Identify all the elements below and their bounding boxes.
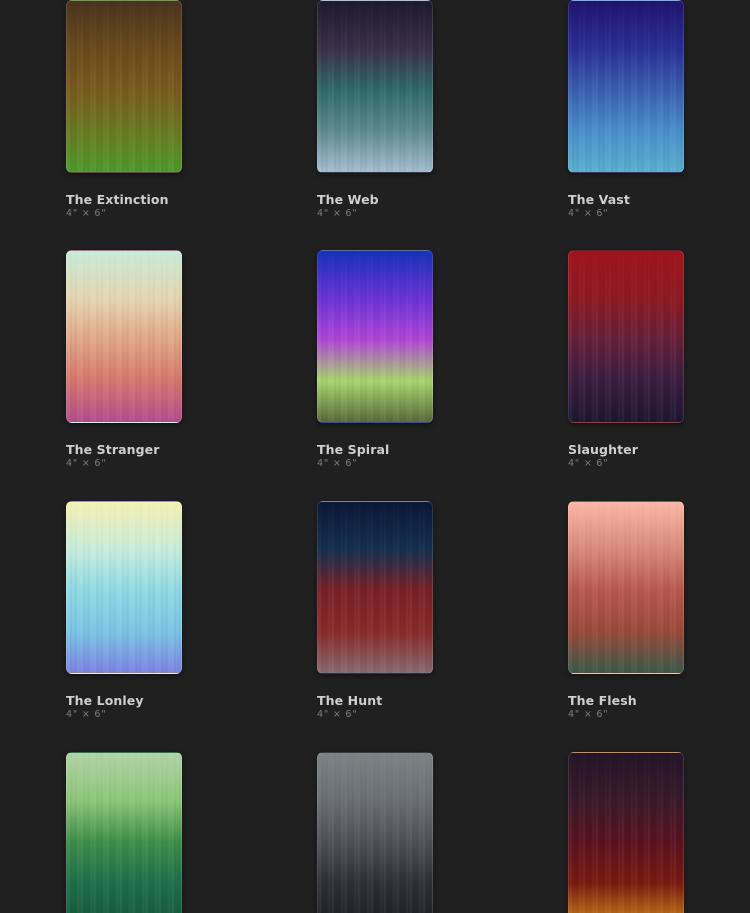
template-gallery: The Extinction 4" × 6" The Web 4" × 6" T… bbox=[0, 0, 750, 913]
template-size: 4" × 6" bbox=[568, 709, 609, 720]
template-title: The Flesh bbox=[568, 693, 637, 708]
template-thumbnail[interactable] bbox=[66, 250, 182, 423]
template-thumbnail[interactable] bbox=[66, 0, 182, 173]
template-card-the-hunt[interactable]: The Hunt 4" × 6" bbox=[317, 501, 433, 720]
template-card-green[interactable] bbox=[66, 752, 182, 913]
template-title: The Extinction bbox=[66, 192, 169, 207]
template-size: 4" × 6" bbox=[66, 208, 107, 219]
template-card-the-stranger[interactable]: The Stranger 4" × 6" bbox=[66, 250, 182, 469]
template-size: 4" × 6" bbox=[66, 458, 107, 469]
template-thumbnail[interactable] bbox=[317, 0, 433, 173]
template-size: 4" × 6" bbox=[317, 458, 358, 469]
template-size: 4" × 6" bbox=[568, 458, 609, 469]
template-thumbnail[interactable] bbox=[568, 752, 684, 913]
template-title: The Stranger bbox=[66, 442, 160, 457]
template-thumbnail[interactable] bbox=[317, 501, 433, 674]
template-thumbnail[interactable] bbox=[66, 501, 182, 674]
template-title: The Hunt bbox=[317, 693, 383, 708]
template-card-the-flesh[interactable]: The Flesh 4" × 6" bbox=[568, 501, 684, 720]
template-title: The Vast bbox=[568, 192, 630, 207]
template-size: 4" × 6" bbox=[66, 709, 107, 720]
template-title: The Spiral bbox=[317, 442, 390, 457]
template-card-the-vast[interactable]: The Vast 4" × 6" bbox=[568, 0, 684, 219]
template-card-ember[interactable] bbox=[568, 752, 684, 913]
template-thumbnail[interactable] bbox=[568, 250, 684, 423]
template-card-the-web[interactable]: The Web 4" × 6" bbox=[317, 0, 433, 219]
template-card-the-spiral[interactable]: The Spiral 4" × 6" bbox=[317, 250, 433, 469]
template-title: The Web bbox=[317, 192, 379, 207]
template-title: Slaughter bbox=[568, 442, 638, 457]
template-title: The Lonley bbox=[66, 693, 144, 708]
template-card-slaughter[interactable]: Slaughter 4" × 6" bbox=[568, 250, 684, 469]
template-size: 4" × 6" bbox=[568, 208, 609, 219]
template-thumbnail[interactable] bbox=[568, 501, 684, 674]
template-card-grey[interactable] bbox=[317, 752, 433, 913]
template-thumbnail[interactable] bbox=[568, 0, 684, 173]
template-thumbnail[interactable] bbox=[317, 752, 433, 913]
template-card-the-lonley[interactable]: The Lonley 4" × 6" bbox=[66, 501, 182, 720]
template-thumbnail[interactable] bbox=[66, 752, 182, 913]
template-size: 4" × 6" bbox=[317, 709, 358, 720]
template-size: 4" × 6" bbox=[317, 208, 358, 219]
template-card-the-extinction[interactable]: The Extinction 4" × 6" bbox=[66, 0, 182, 219]
template-thumbnail[interactable] bbox=[317, 250, 433, 423]
